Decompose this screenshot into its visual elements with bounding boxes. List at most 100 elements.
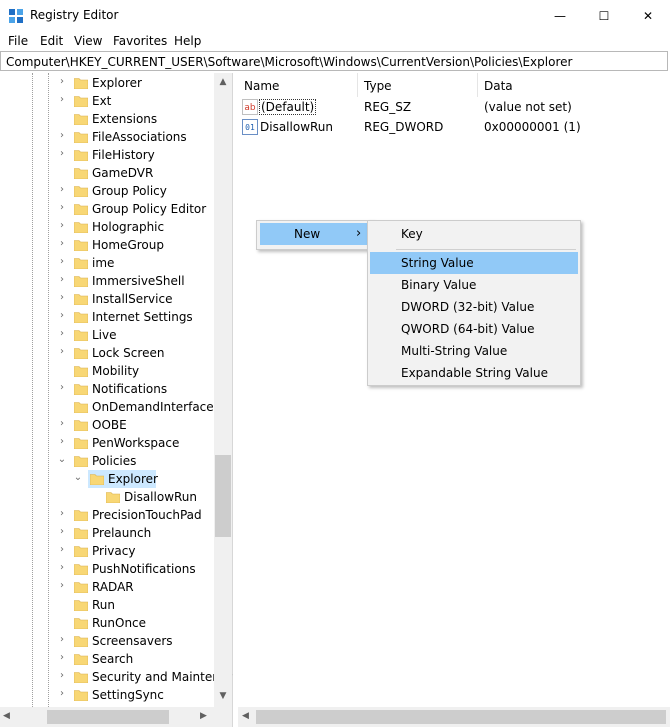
- expand-chevron-icon[interactable]: ›: [56, 274, 68, 288]
- list-hscroll-thumb[interactable]: [256, 710, 666, 724]
- tree-item[interactable]: Extensions: [0, 110, 214, 128]
- expand-chevron-icon[interactable]: ›: [56, 76, 68, 90]
- scroll-down-icon[interactable]: ▼: [214, 691, 232, 701]
- value-name[interactable]: DisallowRun: [260, 120, 333, 134]
- close-button[interactable]: ✕: [626, 0, 670, 32]
- submenu-item-multi-string-value[interactable]: Multi-String Value: [368, 340, 578, 362]
- menu-favorites[interactable]: Favorites: [113, 34, 167, 48]
- expand-chevron-icon[interactable]: ›: [56, 562, 68, 576]
- expand-chevron-icon[interactable]: ›: [56, 292, 68, 306]
- expand-chevron-icon[interactable]: ›: [56, 148, 68, 162]
- tree-item[interactable]: › Ext: [0, 92, 214, 110]
- tree-horizontal-scrollbar[interactable]: ◀ ▶: [0, 707, 232, 727]
- expand-chevron-icon[interactable]: ›: [56, 508, 68, 522]
- tree-item[interactable]: › Live: [0, 326, 214, 344]
- minimize-button[interactable]: —: [538, 0, 582, 32]
- tree-item[interactable]: › PushNotifications: [0, 560, 214, 578]
- column-header-name[interactable]: Name: [244, 79, 279, 93]
- scroll-left-icon[interactable]: ◀: [242, 711, 249, 721]
- tree-item[interactable]: › SettingSync: [0, 686, 214, 704]
- submenu-item-key[interactable]: Key: [368, 223, 578, 245]
- expand-chevron-icon[interactable]: ›: [56, 382, 68, 396]
- expand-chevron-icon[interactable]: ›: [56, 94, 68, 108]
- expand-chevron-icon[interactable]: ›: [56, 130, 68, 144]
- tree-item[interactable]: › Privacy: [0, 542, 214, 560]
- tree-item[interactable]: › OOBE: [0, 416, 214, 434]
- expand-chevron-icon[interactable]: [56, 400, 68, 414]
- tree-item[interactable]: ⌄ Policies: [0, 452, 214, 470]
- expand-chevron-icon[interactable]: [56, 616, 68, 630]
- tree-item[interactable]: › FileHistory: [0, 146, 214, 164]
- expand-chevron-icon[interactable]: ›: [56, 202, 68, 216]
- expand-chevron-icon[interactable]: ›: [56, 544, 68, 558]
- tree-hscroll-thumb[interactable]: [47, 710, 169, 724]
- expand-chevron-icon[interactable]: ›: [56, 184, 68, 198]
- expand-chevron-icon[interactable]: ›: [56, 346, 68, 360]
- column-separator[interactable]: [477, 73, 478, 97]
- tree-item[interactable]: › ImmersiveShell: [0, 272, 214, 290]
- expand-chevron-icon[interactable]: ›: [56, 670, 68, 684]
- expand-chevron-icon[interactable]: ›: [56, 310, 68, 324]
- tree-item[interactable]: › ime: [0, 254, 214, 272]
- expand-chevron-icon[interactable]: ›: [56, 436, 68, 450]
- tree-vertical-scrollbar[interactable]: ▲ ▼: [214, 73, 232, 707]
- column-separator[interactable]: [357, 73, 358, 97]
- value-row-default[interactable]: ab (Default) REG_SZ (value not set): [242, 98, 662, 116]
- maximize-button[interactable]: ☐: [582, 0, 626, 32]
- expand-chevron-icon[interactable]: ›: [56, 418, 68, 432]
- tree-item[interactable]: › Search: [0, 650, 214, 668]
- value-row-disallowrun[interactable]: 01 DisallowRun REG_DWORD 0x00000001 (1): [242, 118, 662, 136]
- tree-item[interactable]: Run: [0, 596, 214, 614]
- tree-item[interactable]: › PenWorkspace: [0, 434, 214, 452]
- expand-chevron-icon[interactable]: ›: [56, 526, 68, 540]
- expand-chevron-icon[interactable]: ›: [56, 652, 68, 666]
- expand-chevron-icon[interactable]: [88, 490, 100, 504]
- tree-item[interactable]: OnDemandInterfaceCa: [0, 398, 229, 416]
- tree-item[interactable]: › HomeGroup: [0, 236, 214, 254]
- context-menu-new[interactable]: New ›: [260, 223, 368, 245]
- expand-chevron-icon[interactable]: [56, 364, 68, 378]
- tree-item[interactable]: › Security and Maintenar: [0, 668, 232, 686]
- address-path[interactable]: Computer\HKEY_CURRENT_USER\Software\Micr…: [6, 55, 572, 69]
- expand-chevron-icon[interactable]: ›: [56, 580, 68, 594]
- list-horizontal-scrollbar[interactable]: ◀: [238, 707, 670, 727]
- tree-item[interactable]: › Screensavers: [0, 632, 214, 650]
- collapse-chevron-icon[interactable]: ⌄: [56, 454, 68, 468]
- tree-scroll-thumb[interactable]: [215, 455, 231, 537]
- value-name[interactable]: (Default): [259, 99, 317, 115]
- scroll-left-icon[interactable]: ◀: [3, 711, 10, 721]
- tree-item[interactable]: › PrecisionTouchPad: [0, 506, 214, 524]
- tree-item[interactable]: GameDVR: [0, 164, 214, 182]
- menu-help[interactable]: Help: [174, 34, 201, 48]
- collapse-chevron-icon[interactable]: ⌄: [72, 472, 84, 486]
- tree-item[interactable]: › InstallService: [0, 290, 214, 308]
- submenu-item-binary-value[interactable]: Binary Value: [368, 274, 578, 296]
- column-header-type[interactable]: Type: [364, 79, 392, 93]
- tree-item[interactable]: › RADAR: [0, 578, 214, 596]
- tree-item[interactable]: › Explorer: [0, 74, 214, 92]
- expand-chevron-icon[interactable]: ›: [56, 634, 68, 648]
- tree-item[interactable]: › Notifications: [0, 380, 214, 398]
- menu-file[interactable]: File: [8, 34, 28, 48]
- expand-chevron-icon[interactable]: ›: [56, 688, 68, 702]
- expand-chevron-icon[interactable]: ›: [56, 256, 68, 270]
- tree-item[interactable]: DisallowRun: [0, 488, 214, 506]
- expand-chevron-icon[interactable]: ›: [56, 238, 68, 252]
- tree-item[interactable]: › Holographic: [0, 218, 214, 236]
- submenu-item-qword-value[interactable]: QWORD (64-bit) Value: [368, 318, 578, 340]
- submenu-item-dword-value[interactable]: DWORD (32-bit) Value: [368, 296, 578, 318]
- tree-item[interactable]: › Internet Settings: [0, 308, 214, 326]
- submenu-item-expandable-string-value[interactable]: Expandable String Value: [368, 362, 578, 384]
- menu-view[interactable]: View: [74, 34, 102, 48]
- menu-edit[interactable]: Edit: [40, 34, 63, 48]
- tree-item[interactable]: RunOnce: [0, 614, 214, 632]
- scroll-up-icon[interactable]: ▲: [214, 77, 232, 87]
- tree-item[interactable]: › FileAssociations: [0, 128, 214, 146]
- expand-chevron-icon[interactable]: ›: [56, 220, 68, 234]
- column-header-data[interactable]: Data: [484, 79, 513, 93]
- tree-item[interactable]: › Group Policy: [0, 182, 214, 200]
- tree-item[interactable]: Mobility: [0, 362, 214, 380]
- scroll-right-icon[interactable]: ▶: [200, 711, 207, 721]
- expand-chevron-icon[interactable]: [56, 166, 68, 180]
- expand-chevron-icon[interactable]: [56, 112, 68, 126]
